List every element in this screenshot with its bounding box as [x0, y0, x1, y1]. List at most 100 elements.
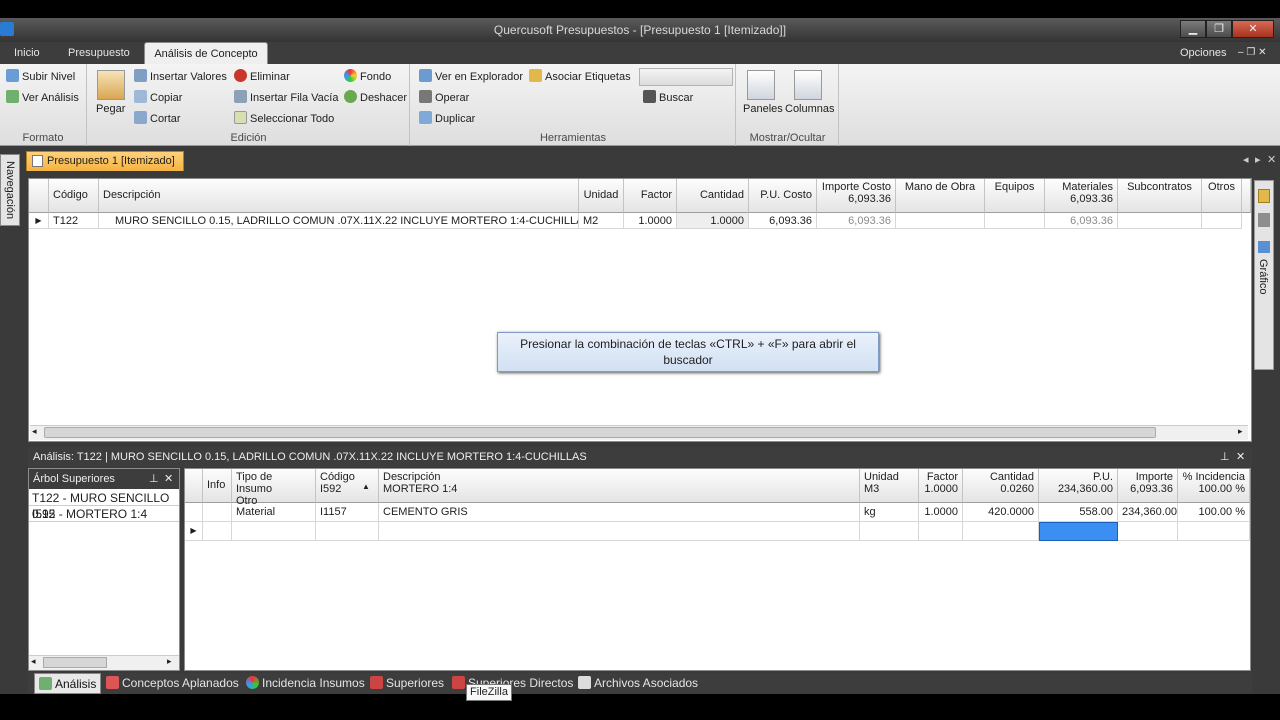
pin-icon[interactable]: ⊥ — [1220, 447, 1230, 467]
side-panel-icon[interactable] — [1258, 189, 1270, 203]
ver-analisis-button[interactable]: Ver Análisis — [6, 89, 79, 107]
operar-button[interactable]: Operar — [419, 89, 469, 107]
col-pu[interactable]: P.U. 234,360.00 — [1039, 469, 1118, 503]
col-descripcion[interactable]: Descripción MORTERO 1:4 — [379, 469, 860, 503]
cell-tipo[interactable]: Material — [232, 503, 316, 522]
cell-pu-costo[interactable]: 6,093.36 — [749, 213, 817, 229]
tab-superiores[interactable]: Superiores — [370, 673, 444, 694]
close-button[interactable]: ✕ — [1232, 20, 1274, 38]
copiar-button[interactable]: Copiar — [134, 89, 182, 107]
col-subcontratos[interactable]: Subcontratos — [1118, 179, 1202, 213]
ver-explorador-button[interactable]: Ver en Explorador — [419, 68, 523, 86]
scroll-left-icon[interactable]: ◂ — [32, 426, 37, 437]
col-pu-costo[interactable]: P.U. Costo — [749, 179, 817, 213]
fondo-button[interactable]: Fondo — [344, 68, 391, 86]
tab-archivos-asociados[interactable]: Archivos Asociados — [578, 673, 698, 694]
minimize-button[interactable]: ▁ — [1180, 20, 1206, 38]
ribbon-controls[interactable]: – ❐ ✕ — [1232, 42, 1272, 64]
new-row-cell[interactable] — [860, 522, 919, 541]
close-icon[interactable]: ✕ — [1236, 447, 1245, 467]
col-unidad[interactable]: Unidad — [579, 179, 624, 213]
new-row-cell[interactable] — [316, 522, 379, 541]
new-row-cell[interactable] — [919, 522, 963, 541]
horizontal-scrollbar[interactable]: ◂ ▸ — [30, 425, 1248, 440]
cell-factor[interactable]: 1.0000 — [624, 213, 677, 229]
col-mano-obra[interactable]: Mano de Obra — [896, 179, 985, 213]
col-codigo[interactable]: Código I592 ▲ — [316, 469, 379, 503]
row-indicator-icon[interactable]: ▶ — [29, 213, 49, 229]
cell-codigo[interactable]: I1157 — [316, 503, 379, 522]
app-icon[interactable] — [0, 22, 14, 36]
col-descripcion[interactable]: Descripción — [99, 179, 579, 213]
cell-codigo[interactable]: T122 — [49, 213, 99, 229]
scroll-right-icon[interactable]: ▸ — [167, 656, 172, 667]
cell-cantidad[interactable]: 420.0000 — [963, 503, 1039, 522]
side-panel-icon[interactable] — [1258, 213, 1270, 227]
new-row-cell[interactable] — [203, 522, 232, 541]
new-row-cell[interactable] — [232, 522, 316, 541]
cell-descripcion[interactable]: MURO SENCILLO 0.15, LADRILLO COMUN .07X.… — [99, 213, 579, 229]
cell-cantidad[interactable]: 1.0000 — [677, 213, 749, 229]
tab-conceptos-aplanados[interactable]: Conceptos Aplanados — [106, 673, 239, 694]
paneles-button[interactable]: Paneles — [743, 100, 783, 118]
col-equipos[interactable]: Equipos — [985, 179, 1045, 213]
deshacer-button[interactable]: Deshacer — [344, 89, 407, 107]
col-cantidad[interactable]: Cantidad — [677, 179, 749, 213]
insertar-valores-button[interactable]: Insertar Valores — [134, 68, 227, 86]
col-materiales[interactable]: Materiales 6,093.36 — [1045, 179, 1118, 213]
maximize-button[interactable]: ❐ — [1206, 20, 1232, 38]
tab-incidencia-insumos[interactable]: Incidencia Insumos — [246, 673, 365, 694]
tree-scrollbar[interactable]: ◂ ▸ — [29, 655, 179, 670]
tab-scroll-right-icon[interactable]: ▸ — [1255, 153, 1261, 166]
scroll-right-icon[interactable]: ▸ — [1238, 426, 1243, 437]
new-row-cell[interactable] — [1178, 522, 1250, 541]
pegar-button[interactable]: Pegar — [96, 100, 125, 118]
scroll-thumb[interactable] — [43, 657, 107, 668]
col-factor[interactable]: Factor — [624, 179, 677, 213]
scroll-left-icon[interactable]: ◂ — [31, 656, 36, 667]
document-tab[interactable]: Presupuesto 1 [Itemizado] — [26, 151, 184, 171]
col-tipo-insumo[interactable]: Tipo de Insumo Otro — [232, 469, 316, 507]
cell-unidad[interactable]: M2 — [579, 213, 624, 229]
col-importe-costo[interactable]: Importe Costo 6,093.36 — [817, 179, 896, 213]
scroll-thumb[interactable] — [44, 427, 1156, 438]
asociar-etiquetas-button[interactable]: Asociar Etiquetas — [529, 68, 631, 86]
cell-descripcion[interactable]: CEMENTO GRIS — [379, 503, 860, 522]
cell-importe[interactable]: 234,360.00 — [1118, 503, 1178, 522]
search-input[interactable] — [639, 68, 733, 86]
insertar-fila-button[interactable]: Insertar Fila Vacía — [234, 89, 338, 107]
navigation-panel-tab[interactable]: Navegación — [0, 154, 20, 226]
cell-incidencia[interactable]: 100.00 % — [1178, 503, 1250, 522]
new-row-indicator-icon[interactable]: ▶ — [185, 522, 203, 541]
subir-nivel-button[interactable]: Subir Nivel — [6, 68, 75, 86]
tab-close-icon[interactable]: ✕ — [1267, 153, 1276, 166]
seleccionar-todo-button[interactable]: Seleccionar Todo — [234, 110, 334, 128]
tab-presupuesto[interactable]: Presupuesto — [62, 42, 136, 64]
col-codigo[interactable]: Código — [49, 179, 99, 213]
tab-analisis[interactable]: Análisis — [34, 673, 102, 694]
columnas-button[interactable]: Columnas — [785, 100, 835, 118]
tree-item[interactable]: T122 - MURO SENCILLO 0.15 — [29, 490, 179, 521]
duplicar-button[interactable]: Duplicar — [419, 110, 475, 128]
cell-factor[interactable]: 1.0000 — [919, 503, 963, 522]
grafico-tab[interactable]: Gráfico — [1257, 259, 1269, 294]
cell-info[interactable] — [203, 503, 232, 522]
cell-unidad[interactable]: kg — [860, 503, 919, 522]
col-info[interactable]: Info — [203, 469, 232, 503]
options-menu[interactable]: Opciones — [1174, 42, 1232, 64]
col-cantidad[interactable]: Cantidad 0.0260 — [963, 469, 1039, 503]
cell-pu[interactable]: 558.00 — [1039, 503, 1118, 522]
col-otros[interactable]: Otros — [1202, 179, 1242, 213]
selected-cell[interactable] — [1039, 522, 1118, 541]
close-icon[interactable]: ✕ — [164, 472, 173, 485]
tree-item[interactable]: I592 - MORTERO 1:4 — [29, 506, 179, 522]
col-importe[interactable]: Importe 6,093.36 — [1118, 469, 1178, 503]
new-row-cell[interactable] — [963, 522, 1039, 541]
eliminar-button[interactable]: Eliminar — [234, 68, 290, 86]
new-row-cell[interactable] — [379, 522, 860, 541]
new-row-cell[interactable] — [1118, 522, 1178, 541]
buscar-button[interactable]: Buscar — [643, 89, 693, 107]
col-incidencia[interactable]: % Incidencia 100.00 % — [1178, 469, 1250, 503]
pin-icon[interactable]: ⊥ — [149, 472, 159, 485]
cortar-button[interactable]: Cortar — [134, 110, 181, 128]
